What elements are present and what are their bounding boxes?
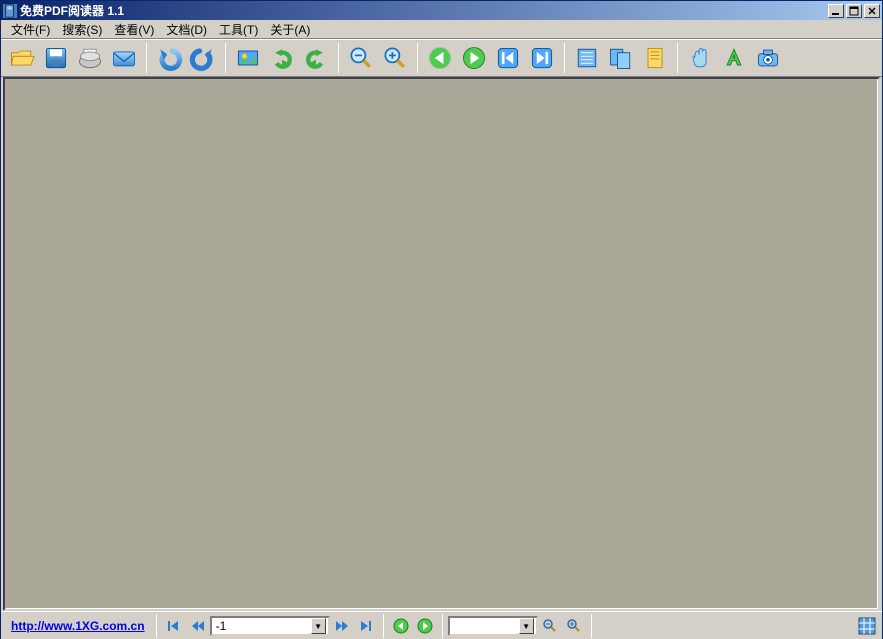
text-select-button[interactable] [718, 42, 750, 74]
zoom-in-button[interactable] [379, 42, 411, 74]
window-title: 免费PDF阅读器 1.1 [20, 2, 826, 19]
print-button[interactable] [74, 42, 106, 74]
toolbar-separator [564, 43, 565, 73]
page-number-combo[interactable]: -1 ▼ [210, 616, 330, 636]
menu-file[interactable]: 文件(F) [5, 20, 56, 39]
nav-back-small-button[interactable] [390, 615, 412, 637]
redo-button[interactable] [187, 42, 219, 74]
toolbar-separator [417, 43, 418, 73]
zoom-out-small-button[interactable] [539, 615, 561, 637]
toolbar-separator [338, 43, 339, 73]
open-button[interactable] [6, 42, 38, 74]
single-page-button[interactable] [571, 42, 603, 74]
layout-grid-button[interactable] [856, 615, 878, 637]
continuous-page-button[interactable] [605, 42, 637, 74]
zoom-combo[interactable]: ▼ [448, 616, 538, 636]
toolbar-separator [146, 43, 147, 73]
nav-last-button[interactable] [526, 42, 558, 74]
undo-button[interactable] [153, 42, 185, 74]
toolbar-separator [677, 43, 678, 73]
nav-first-button[interactable] [492, 42, 524, 74]
page-number-value: -1 [216, 619, 227, 633]
document-area [3, 77, 880, 611]
nav-separator [442, 614, 443, 638]
zoom-in-small-button[interactable] [563, 615, 585, 637]
menu-doc[interactable]: 文档(D) [160, 20, 213, 39]
toolbar [1, 39, 882, 77]
window-buttons [826, 4, 880, 18]
rotate-ccw-button[interactable] [266, 42, 298, 74]
fit-page-button[interactable] [639, 42, 671, 74]
zoom-out-button[interactable] [345, 42, 377, 74]
save-button[interactable] [40, 42, 72, 74]
title-bar: 免费PDF阅读器 1.1 [1, 1, 882, 20]
menu-view[interactable]: 查看(V) [108, 20, 160, 39]
last-page-button[interactable] [355, 615, 377, 637]
mail-button[interactable] [108, 42, 140, 74]
document-viewport[interactable] [5, 79, 878, 609]
maximize-button[interactable] [846, 4, 862, 18]
hand-tool-button[interactable] [684, 42, 716, 74]
prev-page-button[interactable] [187, 615, 209, 637]
menu-search[interactable]: 搜索(S) [56, 20, 108, 39]
nav-separator [383, 614, 384, 638]
next-page-button[interactable] [331, 615, 353, 637]
snapshot-button[interactable] [232, 42, 264, 74]
nav-separator [591, 614, 592, 638]
minimize-button[interactable] [828, 4, 844, 18]
close-button[interactable] [864, 4, 880, 18]
first-page-button[interactable] [163, 615, 185, 637]
menu-bar: 文件(F) 搜索(S) 查看(V) 文档(D) 工具(T) 关于(A) [1, 20, 882, 39]
dropdown-arrow-icon[interactable]: ▼ [519, 618, 534, 634]
app-icon [3, 4, 17, 18]
nav-back-button[interactable] [424, 42, 456, 74]
camera-button[interactable] [752, 42, 784, 74]
nav-separator [156, 614, 157, 638]
toolbar-separator [225, 43, 226, 73]
website-link[interactable]: http://www.1XG.com.cn [5, 619, 151, 633]
rotate-cw-button[interactable] [300, 42, 332, 74]
status-bar: http://www.1XG.com.cn -1 ▼ ▼ [1, 611, 882, 639]
dropdown-arrow-icon[interactable]: ▼ [311, 618, 326, 634]
menu-about[interactable]: 关于(A) [264, 20, 316, 39]
nav-forward-small-button[interactable] [414, 615, 436, 637]
nav-forward-button[interactable] [458, 42, 490, 74]
menu-tools[interactable]: 工具(T) [213, 20, 264, 39]
